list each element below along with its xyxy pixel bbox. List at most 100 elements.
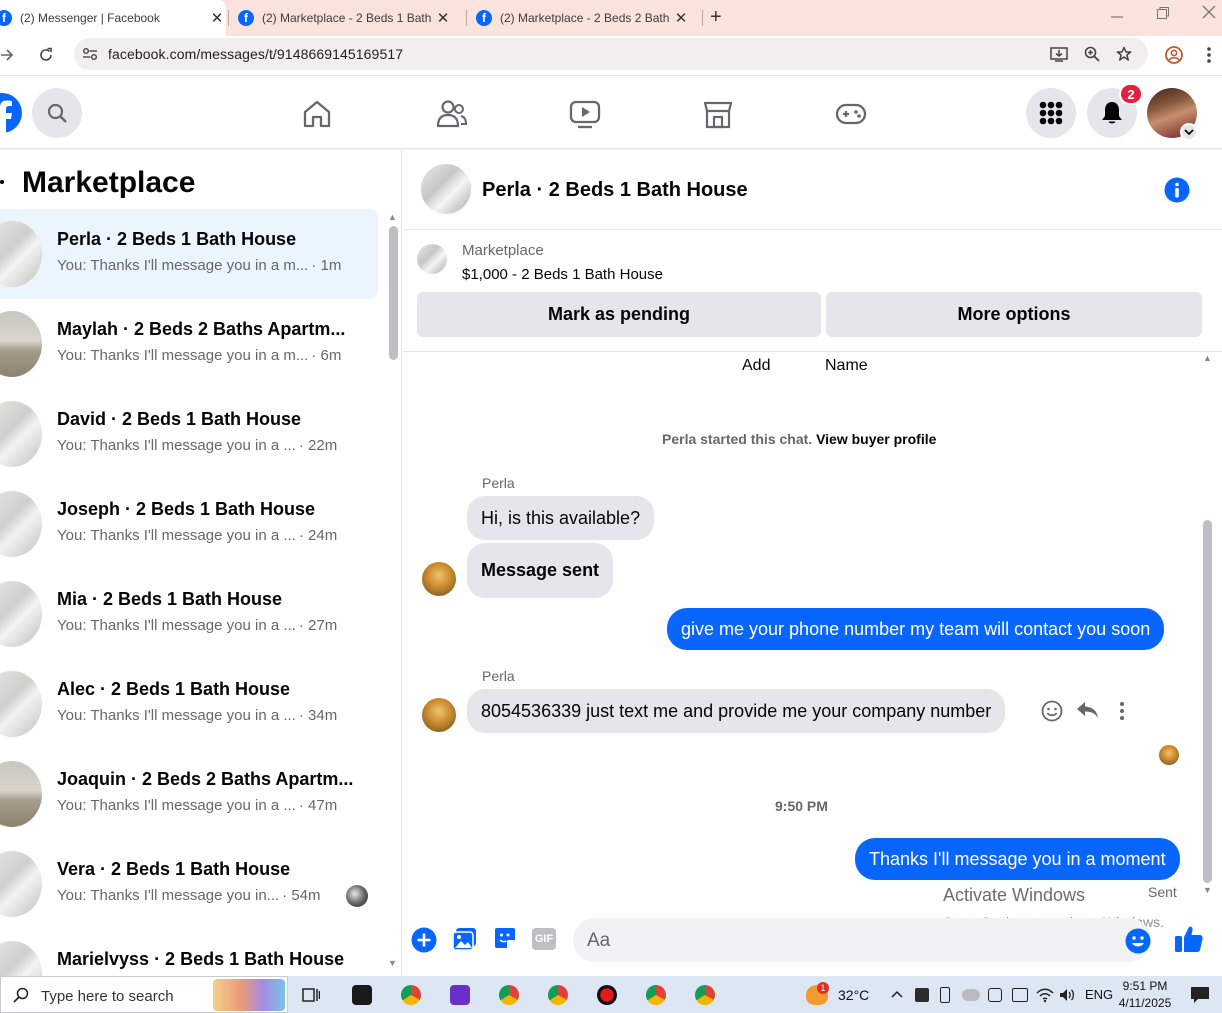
mark-as-pending-button[interactable]: Mark as pending	[417, 292, 821, 337]
address-bar[interactable]: facebook.com/messages/t/9148669145169517	[74, 38, 1148, 70]
taskbar-app-icon[interactable]	[352, 985, 372, 1005]
conversation-item-vera[interactable]: Vera · 2 Beds 1 Bath House You: Thanks I…	[0, 839, 378, 929]
photo-icon[interactable]	[452, 926, 478, 952]
chrome-icon[interactable]	[646, 985, 666, 1005]
taskbar-search[interactable]: Type here to search	[0, 976, 288, 1013]
like-thumb-icon[interactable]	[1174, 924, 1204, 954]
cloud-icon[interactable]	[962, 989, 980, 1001]
task-view-icon[interactable]	[302, 986, 320, 1004]
message-input[interactable]: Aa	[573, 918, 1151, 962]
incoming-message[interactable]: Hi, is this available?	[467, 496, 655, 540]
zoom-icon[interactable]	[1084, 46, 1100, 62]
chat-title[interactable]: Perla · 2 Beds 1 Bath House	[482, 179, 748, 202]
notification-center-icon[interactable]	[1190, 986, 1210, 1004]
conversation-item-joseph[interactable]: Joseph · 2 Beds 1 Bath House You: Thanks…	[0, 479, 378, 569]
more-options-button[interactable]: More options	[826, 292, 1202, 337]
tab-marketplace-2[interactable]: f (2) Marketplace - 2 Beds 2 Bath ✕	[474, 0, 698, 36]
tray-app-icon[interactable]	[915, 988, 929, 1002]
reply-icon[interactable]	[1075, 700, 1099, 720]
close-tab-icon[interactable]: ✕	[434, 9, 452, 27]
weather-temperature[interactable]: 32°C	[838, 987, 869, 1003]
scroll-down-arrow-icon[interactable]: ▼	[388, 958, 397, 968]
friends-icon[interactable]	[436, 99, 468, 129]
tab-marketplace-1[interactable]: f (2) Marketplace - 2 Beds 1 Bath ✕	[236, 0, 460, 36]
incoming-message[interactable]: 8054536339 just text me and provide me y…	[467, 689, 1006, 733]
add-label[interactable]: Add	[742, 357, 770, 375]
tab-messenger[interactable]: f (2) Messenger | Facebook ✕	[0, 0, 226, 36]
close-tab-icon[interactable]: ✕	[672, 9, 690, 27]
chat-scrollbar[interactable]	[1203, 520, 1212, 883]
home-icon[interactable]	[302, 99, 332, 129]
sender-name: Perla	[482, 668, 515, 684]
marketplace-icon[interactable]	[702, 98, 734, 130]
tab-title: (2) Marketplace - 2 Beds 1 Bath	[262, 11, 432, 25]
taskbar-search-placeholder: Type here to search	[41, 988, 174, 1005]
usb-icon[interactable]	[940, 987, 950, 1003]
conversation-item-maylah[interactable]: Maylah · 2 Beds 2 Baths Apartm... You: T…	[0, 299, 378, 389]
incoming-message[interactable]: Message sent	[467, 543, 614, 598]
scroll-down-arrow-icon[interactable]: ▼	[1203, 885, 1215, 895]
outgoing-message[interactable]: Thanks I'll message you in a moment	[855, 838, 1180, 880]
chrome-icon[interactable]	[499, 985, 519, 1005]
preview-text: You: Thanks I'll message you in a ...	[57, 797, 296, 814]
profile-icon[interactable]	[1165, 46, 1183, 64]
sidebar-scrollbar[interactable]	[389, 226, 398, 360]
conversation-item-marielvyss[interactable]: Marielvyss · 2 Beds 1 Bath House	[0, 929, 378, 976]
account-dropdown-button[interactable]	[1180, 123, 1198, 141]
record-icon[interactable]	[597, 985, 617, 1005]
conversation-item-david[interactable]: David · 2 Beds 1 Bath House You: Thanks …	[0, 389, 378, 479]
install-app-icon[interactable]	[1050, 46, 1068, 62]
listing-thumbnail-small[interactable]	[417, 244, 447, 274]
wifi-icon[interactable]	[1036, 987, 1054, 1003]
gif-button[interactable]: GIF	[532, 928, 556, 950]
tray-app-icon[interactable]	[1012, 988, 1028, 1002]
chrome-icon[interactable]	[548, 985, 568, 1005]
conversation-preview: You: Thanks I'll message you in... · 54m	[57, 887, 337, 904]
more-actions-icon[interactable]	[1117, 701, 1127, 721]
add-attachment-icon[interactable]	[411, 927, 437, 953]
sticker-icon[interactable]	[493, 926, 517, 950]
forward-icon[interactable]	[0, 48, 14, 62]
scroll-up-arrow-icon[interactable]: ▲	[388, 212, 397, 222]
gaming-icon[interactable]	[835, 102, 867, 126]
menu-button[interactable]	[1026, 88, 1076, 138]
minimize-icon[interactable]	[1110, 10, 1124, 24]
conversation-item-perla[interactable]: Perla · 2 Beds 1 Bath House You: Thanks …	[0, 209, 378, 299]
show-hidden-icons-icon[interactable]	[890, 989, 904, 999]
chrome-icon[interactable]	[401, 985, 421, 1005]
sender-avatar[interactable]	[422, 562, 456, 596]
bookmark-star-icon[interactable]	[1116, 46, 1132, 62]
language-indicator[interactable]: ENG	[1085, 987, 1113, 1002]
conversation-item-joaquin[interactable]: Joaquin · 2 Beds 2 Baths Apartm... You: …	[0, 749, 378, 839]
search-icon	[13, 987, 29, 1003]
restore-icon[interactable]	[1156, 6, 1170, 20]
conversation-item-alec[interactable]: Alec · 2 Beds 1 Bath House You: Thanks I…	[0, 659, 378, 749]
view-buyer-profile-link[interactable]: View buyer profile	[816, 431, 936, 447]
sender-avatar[interactable]	[422, 698, 456, 732]
chrome-icon[interactable]	[695, 985, 715, 1005]
volume-icon[interactable]	[1059, 987, 1075, 1003]
menu-kebab-icon[interactable]	[1206, 46, 1212, 64]
new-tab-button[interactable]: +	[710, 6, 722, 29]
video-icon[interactable]	[569, 99, 601, 129]
name-label[interactable]: Name	[825, 357, 868, 375]
conversation-item-mia[interactable]: Mia · 2 Beds 1 Bath House You: Thanks I'…	[0, 569, 378, 659]
site-info-icon[interactable]	[82, 47, 98, 61]
taskbar-app-icon[interactable]	[450, 985, 470, 1005]
info-icon[interactable]	[1164, 177, 1190, 203]
listing-title[interactable]: $1,000 - 2 Beds 1 Bath House	[462, 266, 663, 283]
close-tab-icon[interactable]: ✕	[208, 9, 226, 27]
search-button[interactable]	[32, 88, 82, 138]
close-window-icon[interactable]	[1202, 5, 1216, 19]
emoji-icon[interactable]	[1125, 928, 1151, 954]
clock-date[interactable]: 4/11/2025	[1116, 996, 1174, 1010]
reload-icon[interactable]	[38, 47, 54, 63]
clock-time[interactable]: 9:51 PM	[1120, 979, 1170, 993]
react-smiley-icon[interactable]	[1041, 700, 1063, 722]
tray-app-icon[interactable]	[988, 988, 1002, 1002]
facebook-logo-icon[interactable]	[0, 88, 22, 138]
chat-listing-avatar[interactable]	[421, 164, 471, 214]
outgoing-message[interactable]: give me your phone number my team will c…	[667, 608, 1165, 650]
scroll-up-arrow-icon[interactable]: ▲	[1203, 353, 1215, 363]
preview-text: You: Thanks I'll message you in a m...	[57, 257, 309, 274]
